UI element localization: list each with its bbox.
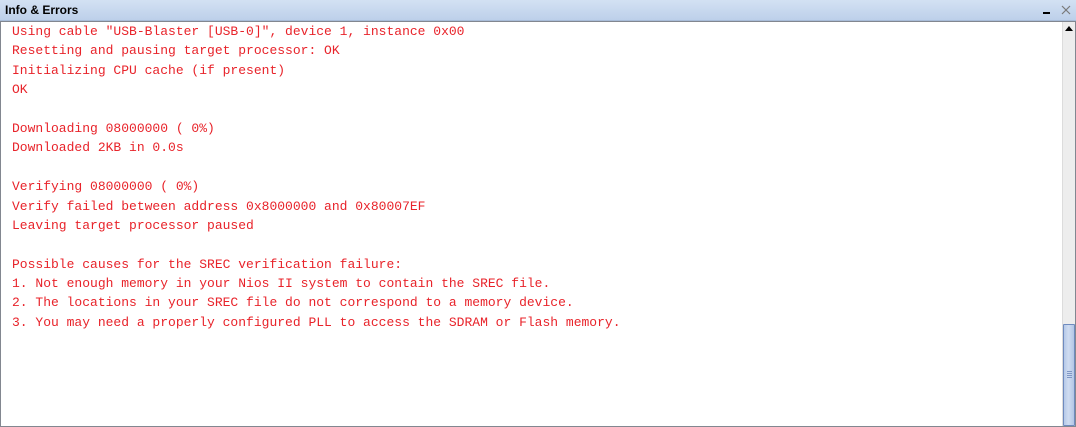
console-line: Downloaded 2KB in 0.0s bbox=[12, 140, 184, 156]
console-line: Initializing CPU cache (if present) bbox=[12, 62, 286, 78]
thumb-grip bbox=[1067, 377, 1072, 378]
console-line: 2. The locations in your SREC file do no… bbox=[12, 295, 574, 311]
console-line: 1. Not enough memory in your Nios II sys… bbox=[12, 276, 551, 292]
thumb-grip bbox=[1067, 375, 1072, 376]
panel-title: Info & Errors bbox=[5, 3, 79, 17]
console-line: Verifying 08000000 ( 0%) bbox=[12, 179, 200, 195]
console-line: OK bbox=[12, 82, 28, 98]
console-line: Verify failed between address 0x8000000 … bbox=[12, 198, 426, 214]
vertical-scrollbar[interactable] bbox=[1062, 22, 1075, 426]
console-output[interactable]: Using cable "USB-Blaster [USB-0]", devic… bbox=[1, 22, 1064, 426]
minimize-icon bbox=[1043, 12, 1050, 14]
close-icon bbox=[1061, 5, 1071, 15]
scroll-up-button[interactable] bbox=[1063, 22, 1075, 36]
info-errors-panel: Info & Errors Using cable "USB-Blaster [… bbox=[0, 0, 1076, 427]
console-frame: Using cable "USB-Blaster [USB-0]", devic… bbox=[0, 21, 1076, 427]
panel-titlebar[interactable]: Info & Errors bbox=[0, 0, 1076, 21]
console-line: 3. You may need a properly configured PL… bbox=[12, 314, 621, 330]
scrollbar-thumb[interactable] bbox=[1063, 324, 1075, 426]
thumb-grip bbox=[1067, 371, 1072, 372]
console-line: Resetting and pausing target processor: … bbox=[12, 43, 340, 59]
minimize-button[interactable] bbox=[1040, 2, 1056, 18]
console-line: Downloading 08000000 ( 0%) bbox=[12, 120, 215, 136]
close-button[interactable] bbox=[1058, 2, 1074, 18]
console-line: Using cable "USB-Blaster [USB-0]", devic… bbox=[12, 24, 465, 39]
console-line: Leaving target processor paused bbox=[12, 217, 254, 233]
scroll-up-arrow-icon bbox=[1065, 26, 1073, 31]
thumb-grip bbox=[1067, 373, 1072, 374]
console-line: Possible causes for the SREC verificatio… bbox=[12, 256, 403, 272]
